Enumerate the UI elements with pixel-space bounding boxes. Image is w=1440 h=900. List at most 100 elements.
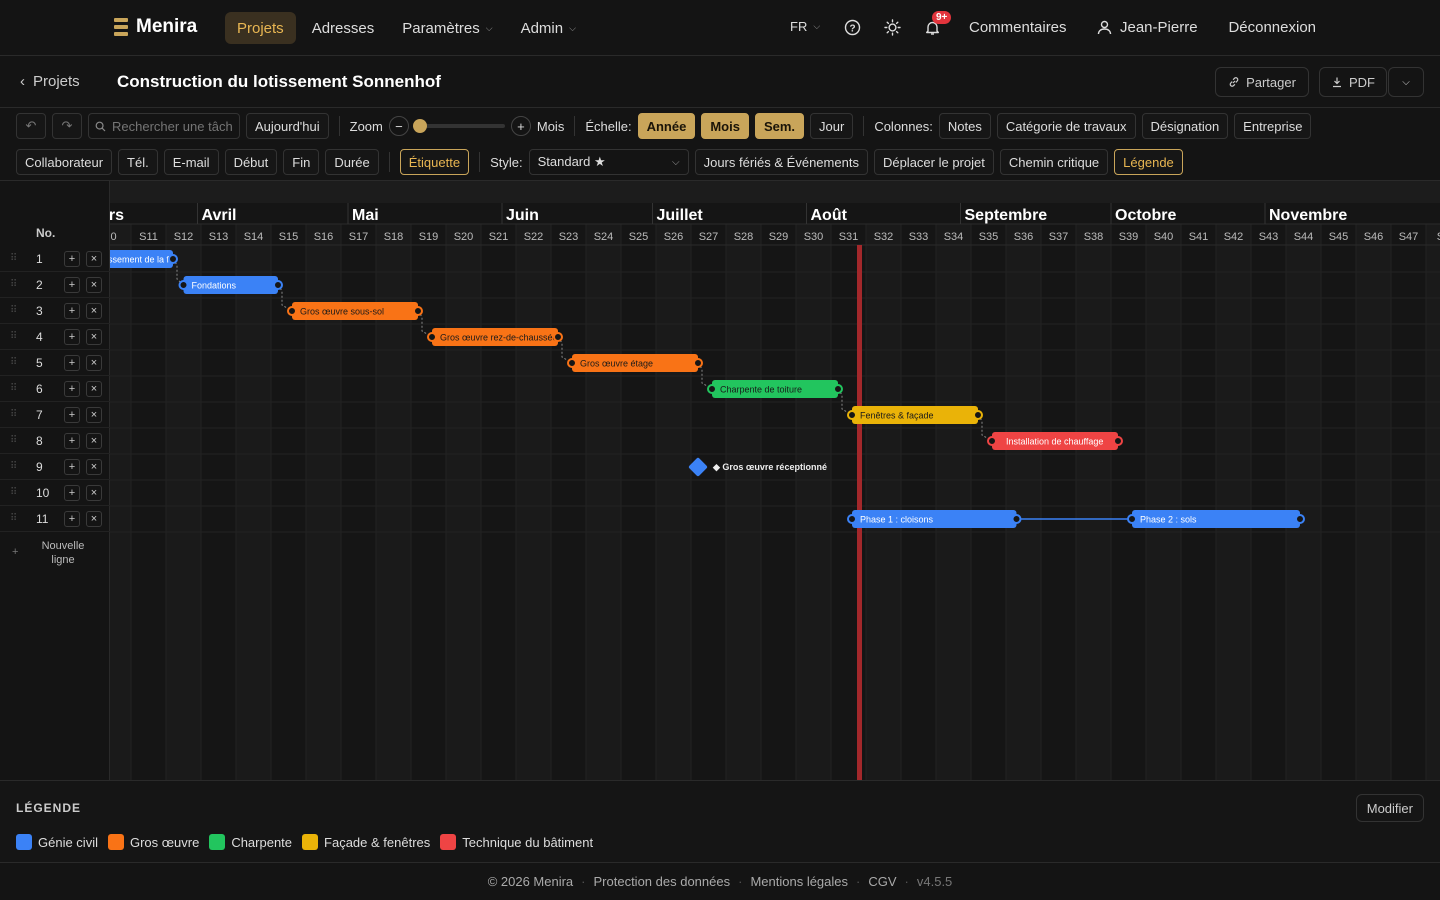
task-bar[interactable]: Fenêtres & façade	[847, 406, 983, 424]
delete-row-button[interactable]: ×	[86, 250, 102, 267]
column-toggle-phone[interactable]: Tél.	[118, 149, 158, 175]
scale-year-button[interactable]: Année	[637, 113, 696, 139]
task-handle[interactable]	[553, 332, 563, 342]
column-toggle-end[interactable]: Fin	[283, 149, 320, 175]
delete-row-button[interactable]: ×	[86, 328, 102, 345]
privacy-link[interactable]: Protection des données	[594, 874, 731, 889]
add-row-button[interactable]: +	[64, 276, 80, 293]
task-handle[interactable]	[413, 306, 423, 316]
delete-row-button[interactable]: ×	[86, 510, 102, 527]
task-bar[interactable]: Charpente de toiture	[707, 380, 843, 398]
drag-handle-icon[interactable]: ⠿	[10, 253, 17, 264]
app-logo[interactable]: Menira	[114, 16, 197, 38]
gantt-row[interactable]: ⠿ 10 + ×	[0, 480, 110, 506]
legend-edit-button[interactable]: Modifier	[1355, 794, 1424, 822]
task-bar[interactable]: rrassement de la f	[110, 250, 178, 268]
gantt-row[interactable]: ⠿ 1 + ×	[0, 246, 110, 272]
task-handle[interactable]	[168, 254, 178, 264]
gantt-row[interactable]: ⠿ 11 + ×	[0, 506, 110, 532]
delete-row-button[interactable]: ×	[86, 380, 102, 397]
comments-link[interactable]: Commentaires	[969, 19, 1067, 36]
task-handle[interactable]	[847, 410, 857, 420]
task-handle[interactable]	[847, 514, 857, 524]
zoom-in-button[interactable]: +	[510, 116, 531, 136]
gantt-row[interactable]: ⠿ 8 + ×	[0, 428, 110, 454]
drag-handle-icon[interactable]: ⠿	[10, 435, 17, 446]
zoom-slider[interactable]	[412, 119, 505, 133]
delete-row-button[interactable]: ×	[86, 302, 102, 319]
scale-day-button[interactable]: Jour	[810, 113, 854, 139]
delete-row-button[interactable]: ×	[86, 276, 102, 293]
search-input[interactable]	[112, 118, 232, 134]
column-toggle-duration[interactable]: Durée	[325, 149, 379, 175]
gantt-row[interactable]: ⠿ 4 + ×	[0, 324, 110, 350]
gantt-row[interactable]: ⠿ 9 + ×	[0, 454, 110, 480]
drag-handle-icon[interactable]: ⠿	[10, 279, 17, 290]
task-handle[interactable]	[273, 280, 283, 290]
user-menu[interactable]: Jean-Pierre	[1097, 19, 1198, 36]
task-bar[interactable]: Phase 2 : sols	[1127, 510, 1305, 528]
task-bar[interactable]: Installation de chauffage	[987, 432, 1123, 450]
nav-item-projets[interactable]: Projets	[225, 12, 296, 44]
task-bar[interactable]: Gros œuvre rez-de-chaussée	[427, 328, 563, 346]
add-row-button[interactable]: +	[64, 250, 80, 267]
drag-handle-icon[interactable]: ⠿	[10, 461, 17, 472]
style-select[interactable]: Standard ★ ⌵	[528, 149, 689, 175]
undo-button[interactable]: ↶	[16, 113, 46, 139]
drag-handle-icon[interactable]: ⠿	[10, 331, 17, 342]
critical-path-button[interactable]: Chemin critique	[999, 149, 1109, 175]
label-toggle-button[interactable]: Étiquette	[399, 149, 470, 175]
task-handle[interactable]	[178, 280, 189, 290]
add-row-button[interactable]: +	[64, 328, 80, 345]
notifications-bell-icon[interactable]: 9+	[924, 11, 952, 36]
scale-month-button[interactable]: Mois	[701, 113, 749, 139]
nav-item-adresses[interactable]: Adresses	[300, 12, 387, 44]
gantt-row[interactable]: ⠿ 7 + ×	[0, 402, 110, 428]
task-handle[interactable]	[833, 384, 843, 394]
zoom-slider-knob[interactable]	[412, 119, 427, 133]
gantt-row[interactable]: ⠿ 2 + ×	[0, 272, 110, 298]
task-handle[interactable]	[567, 358, 577, 368]
add-row-button[interactable]: +	[64, 484, 80, 501]
move-project-button[interactable]: Déplacer le projet	[873, 149, 994, 175]
nav-item-parametres[interactable]: Paramètres ⌵	[390, 12, 504, 44]
add-row-button[interactable]: +	[64, 510, 80, 527]
task-handle[interactable]	[707, 384, 717, 394]
add-row-button[interactable]: +	[64, 302, 80, 319]
logout-link[interactable]: Déconnexion	[1228, 19, 1316, 36]
cgv-link[interactable]: CGV	[868, 874, 896, 889]
task-handle[interactable]	[1127, 514, 1137, 524]
scale-week-button[interactable]: Sem.	[754, 113, 805, 139]
holidays-events-button[interactable]: Jours fériés & Événements	[694, 149, 868, 175]
gantt-row[interactable]: ⠿ 3 + ×	[0, 298, 110, 324]
share-button[interactable]: Partager	[1215, 67, 1309, 97]
delete-row-button[interactable]: ×	[86, 458, 102, 475]
task-handle[interactable]	[693, 358, 703, 368]
pdf-button[interactable]: PDF	[1319, 67, 1387, 97]
more-options-button[interactable]: ⌵	[1388, 67, 1424, 97]
add-row-button[interactable]: +	[64, 380, 80, 397]
nav-item-admin[interactable]: Admin ⌵	[509, 12, 588, 44]
legal-link[interactable]: Mentions légales	[750, 874, 848, 889]
theme-toggle-icon[interactable]	[884, 19, 901, 36]
column-toggle-collaborator[interactable]: Collaborateur	[16, 149, 113, 175]
gantt-row[interactable]: ⠿ 6 + ×	[0, 376, 110, 402]
column-toggle-designation[interactable]: Désignation	[1141, 113, 1229, 139]
task-handle[interactable]	[973, 410, 983, 420]
drag-handle-icon[interactable]: ⠿	[10, 513, 17, 524]
delete-row-button[interactable]: ×	[86, 406, 102, 423]
column-toggle-category[interactable]: Catégorie de travaux	[996, 113, 1136, 139]
zoom-out-button[interactable]: −	[388, 116, 409, 136]
column-toggle-company[interactable]: Entreprise	[1234, 113, 1312, 139]
task-handle[interactable]	[987, 436, 997, 446]
legend-toggle-button[interactable]: Légende	[1114, 149, 1183, 175]
task-bar[interactable]: Fondations	[178, 276, 283, 294]
add-row-button[interactable]: +	[64, 354, 80, 371]
task-handle[interactable]	[1113, 436, 1123, 446]
add-row-button[interactable]: +	[64, 432, 80, 449]
delete-row-button[interactable]: ×	[86, 432, 102, 449]
task-handle[interactable]	[1011, 514, 1022, 524]
delete-row-button[interactable]: ×	[86, 484, 102, 501]
task-search[interactable]	[88, 113, 240, 139]
drag-handle-icon[interactable]: ⠿	[10, 487, 17, 498]
